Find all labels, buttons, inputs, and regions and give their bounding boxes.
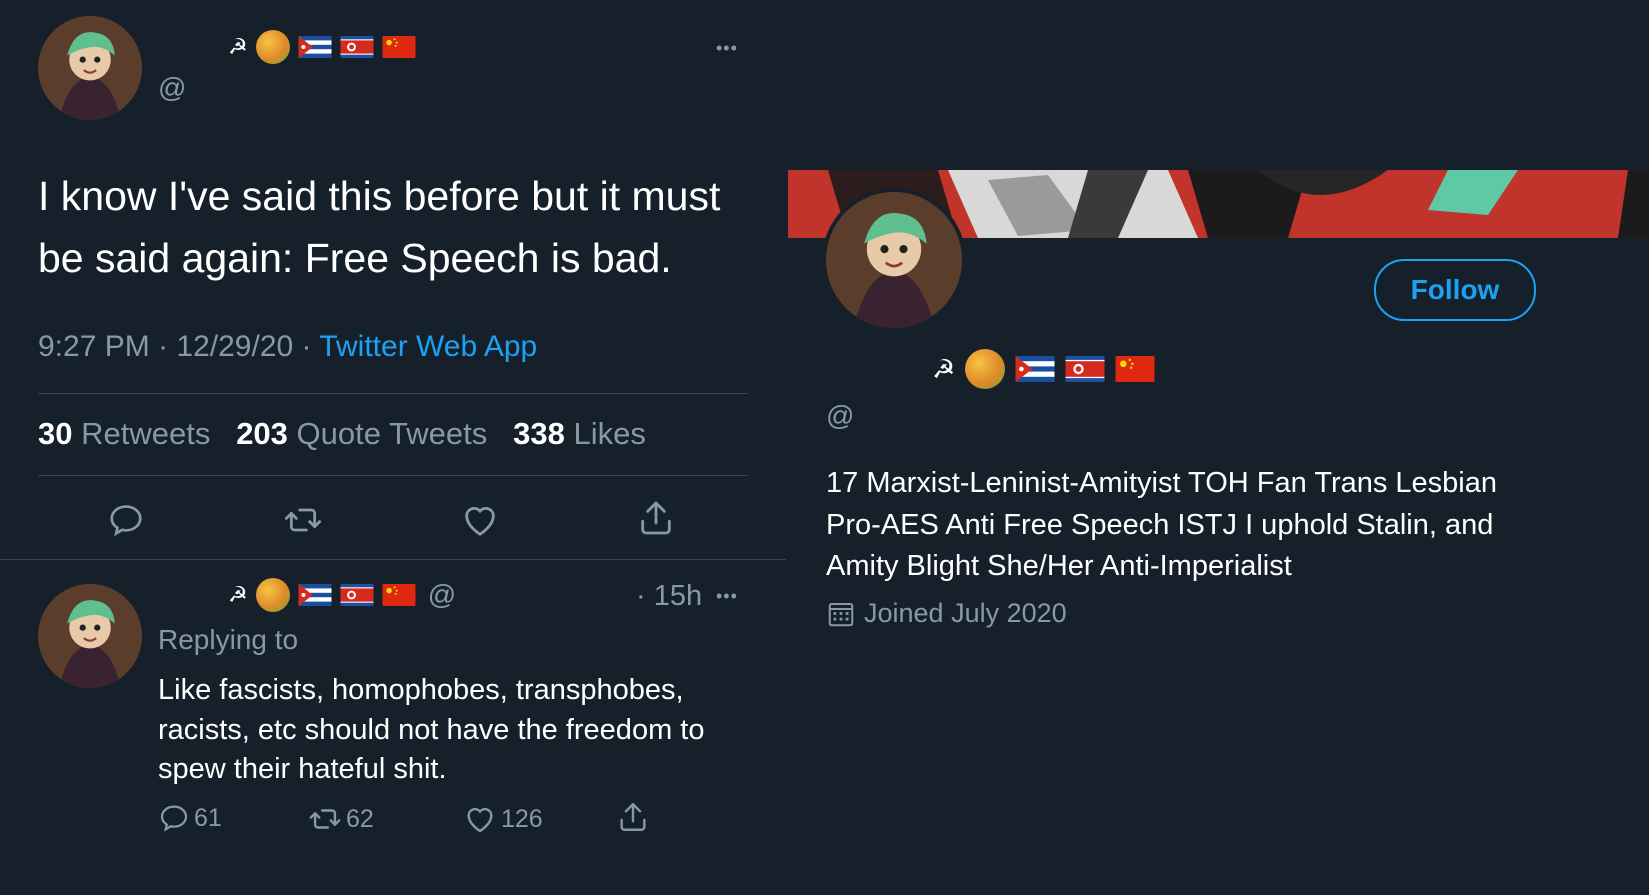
tweet-stats: 30 Retweets 203 Quote Tweets 338 Likes	[38, 416, 646, 452]
follow-button[interactable]: Follow	[1374, 259, 1536, 321]
mango-icon	[255, 578, 290, 612]
hammer-sickle-icon: ☭	[228, 34, 248, 59]
reply-reply-button[interactable]: 61	[158, 802, 222, 834]
tweet-text-line: I know I've said this before but it must	[38, 173, 721, 219]
follow-label: Follow	[1410, 274, 1500, 305]
avatar-illustration	[38, 584, 142, 688]
likes-stat[interactable]: 338 Likes	[513, 416, 646, 451]
flag-north-korea-icon	[340, 36, 374, 58]
like-icon	[467, 807, 493, 833]
mango-icon	[255, 30, 290, 64]
like-count: 126	[501, 804, 543, 833]
retweet-count: 62	[346, 804, 374, 833]
share-icon	[620, 803, 646, 831]
main-handle[interactable]: @	[158, 72, 186, 104]
likes-count: 338	[513, 416, 565, 451]
retweets-stat[interactable]: 30 Retweets	[38, 416, 210, 451]
flag-cuba-icon	[1015, 356, 1055, 382]
reply-retweet-button[interactable]: 62	[308, 802, 374, 836]
reply-name-emojis: ☭ @	[228, 578, 456, 612]
reply-button[interactable]	[104, 498, 148, 542]
bio-line: 17 Marxist-Leninist-Amityist TOH Fan Tra…	[826, 467, 1498, 499]
like-button[interactable]	[458, 498, 502, 542]
share-icon	[641, 501, 671, 535]
reply-text-line: spew their hateful shit.	[158, 753, 447, 785]
retweet-icon	[284, 508, 322, 532]
likes-label: Likes	[573, 416, 646, 451]
quotes-label: Quote Tweets	[296, 416, 488, 451]
retweets-count: 30	[38, 416, 73, 451]
quotes-stat[interactable]: 203 Quote Tweets	[236, 416, 487, 451]
retweets-label: Retweets	[81, 416, 211, 451]
reply-time[interactable]: · 15h	[636, 580, 702, 613]
reply-text-line: Like fascists, homophobes, transphobes,	[158, 674, 684, 706]
flag-north-korea-icon	[1065, 356, 1105, 382]
meta-separator: ·	[158, 330, 169, 363]
profile-avatar[interactable]	[822, 188, 966, 332]
tweet-source-link[interactable]: Twitter Web App	[319, 330, 537, 363]
mango-icon	[965, 349, 1006, 389]
main-name-emojis: ☭	[228, 30, 416, 64]
meta-separator: ·	[301, 330, 312, 363]
main-avatar[interactable]	[38, 16, 142, 120]
quotes-count: 203	[236, 416, 288, 451]
reply-text-line: racists, etc should not have the freedom…	[158, 713, 705, 746]
flag-cuba-icon	[298, 584, 332, 606]
reply-share-button[interactable]	[616, 800, 650, 839]
profile-joined: Joined July 2020	[826, 598, 1067, 629]
joined-date: Joined July 2020	[864, 598, 1067, 628]
replying-to: Replying to	[158, 624, 299, 655]
tweet-text-line: be said again: Free Speech is bad.	[38, 235, 672, 281]
avatar-illustration	[826, 192, 962, 328]
flag-north-korea-icon	[340, 584, 374, 606]
flag-cuba-icon	[298, 36, 332, 58]
more-icon[interactable]: •••	[716, 586, 738, 607]
divider	[38, 393, 748, 394]
hammer-sickle-icon: ☭	[228, 582, 248, 607]
tweet-date[interactable]: 12/29/20	[176, 330, 293, 363]
tweet-meta: 9:27 PM · 12/29/20 · Twitter Web App	[38, 330, 537, 364]
share-button[interactable]	[634, 496, 678, 540]
flag-china-icon	[1115, 356, 1155, 382]
reply-handle[interactable]: @	[428, 579, 456, 611]
retweet-icon	[309, 809, 341, 829]
like-icon	[465, 506, 495, 536]
reply-like-button[interactable]: 126	[463, 802, 543, 836]
reply-icon	[160, 805, 188, 832]
tweet-text: I know I've said this before but it must…	[38, 165, 778, 289]
reply-avatar[interactable]	[38, 584, 142, 688]
retweet-button[interactable]	[281, 498, 325, 542]
flag-china-icon	[382, 36, 416, 58]
bio-line: Amity Blight She/Her Anti-Imperialist	[826, 550, 1292, 582]
divider	[0, 559, 786, 560]
calendar-icon	[828, 602, 854, 626]
reply-icon	[110, 505, 142, 537]
hammer-sickle-icon: ☭	[932, 353, 956, 384]
divider	[38, 475, 748, 476]
reply-text: Like fascists, homophobes, transphobes, …	[158, 671, 778, 790]
more-icon[interactable]: •••	[716, 38, 738, 59]
profile-bio: 17 Marxist-Leninist-Amityist TOH Fan Tra…	[826, 463, 1626, 588]
bio-line: Pro-AES Anti Free Speech ISTJ I uphold S…	[826, 508, 1494, 541]
profile-handle: @	[826, 400, 855, 431]
avatar-illustration	[38, 16, 142, 120]
profile-name-emojis: ☭	[932, 349, 1155, 389]
flag-china-icon	[382, 584, 416, 606]
tweet-time: 9:27 PM	[38, 330, 150, 363]
reply-count: 61	[194, 803, 222, 832]
